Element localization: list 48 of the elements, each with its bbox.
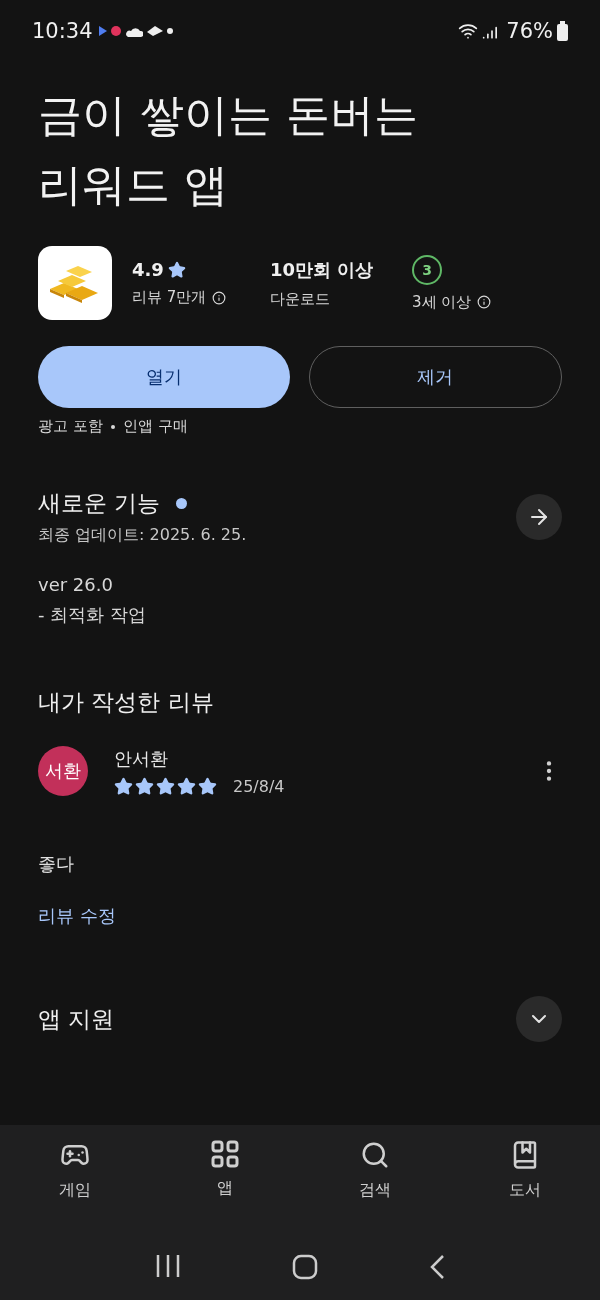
app-title: 금이 쌓이는 돈버는 리워드 앱 (38, 88, 419, 212)
stat-label: 다운로드 (270, 289, 330, 309)
nav-tab[interactable]: 검색 (325, 1140, 425, 1201)
section-title: 앱 지원 (38, 1004, 115, 1034)
avatar: 서환 (38, 746, 88, 796)
release-note: - 최적화 작업 (37, 603, 147, 627)
info-icon[interactable] (212, 290, 227, 305)
section-title: 내가 작성한 리뷰 (38, 688, 214, 717)
battery-icon (557, 21, 568, 41)
section-title: 새로운 기능 (38, 489, 161, 518)
battery-level: 76% (506, 19, 553, 43)
star-icon (167, 260, 186, 279)
star-icon (135, 776, 154, 796)
cloud-icon (124, 25, 143, 37)
reviewer-name: 안서환 (114, 746, 169, 771)
rating-value: 4.9 (132, 259, 164, 280)
stat-label: 리뷰 7만개 (132, 288, 207, 307)
search-icon (360, 1140, 390, 1170)
arrow-right-button[interactable] (516, 494, 562, 540)
tag: 광고 포함 (38, 417, 103, 436)
nav-tab[interactable]: 도서 (475, 1140, 575, 1201)
star-icon (198, 776, 217, 796)
star-icon (177, 776, 196, 796)
home-icon[interactable] (292, 1254, 318, 1280)
open-button[interactable]: 열기 (38, 346, 290, 408)
record-icon (110, 26, 121, 36)
tag: 인앱 구매 (122, 417, 188, 436)
play-icon (98, 26, 107, 36)
age-rating-badge: 3 (412, 254, 442, 285)
back-icon[interactable] (428, 1254, 445, 1280)
edit-review-link[interactable]: 리뷰 수정 (38, 904, 116, 928)
nav-tab[interactable]: 게임 (25, 1140, 125, 1201)
star-icon (156, 776, 175, 796)
wifi-icon (458, 21, 479, 41)
nav-tab[interactable]: 앱 (175, 1140, 275, 1201)
clock: 10:34 (32, 19, 93, 43)
dot-icon (166, 28, 173, 34)
star-icon (114, 776, 133, 796)
release-note: ver 26.0 (37, 574, 114, 595)
apps-grid-icon (211, 1140, 239, 1168)
info-icon[interactable] (477, 295, 492, 309)
paper-plane-icon (146, 26, 163, 36)
recents-icon[interactable] (155, 1254, 182, 1280)
review-text: 좋다 (38, 852, 75, 876)
review-date: 25/8/4 (233, 776, 285, 796)
update-date: 최종 업데이트: 2025. 6. 25. (38, 525, 247, 546)
download-count: 10만회 이상 (270, 257, 375, 282)
stat-label: 3세 이상 (412, 292, 472, 312)
